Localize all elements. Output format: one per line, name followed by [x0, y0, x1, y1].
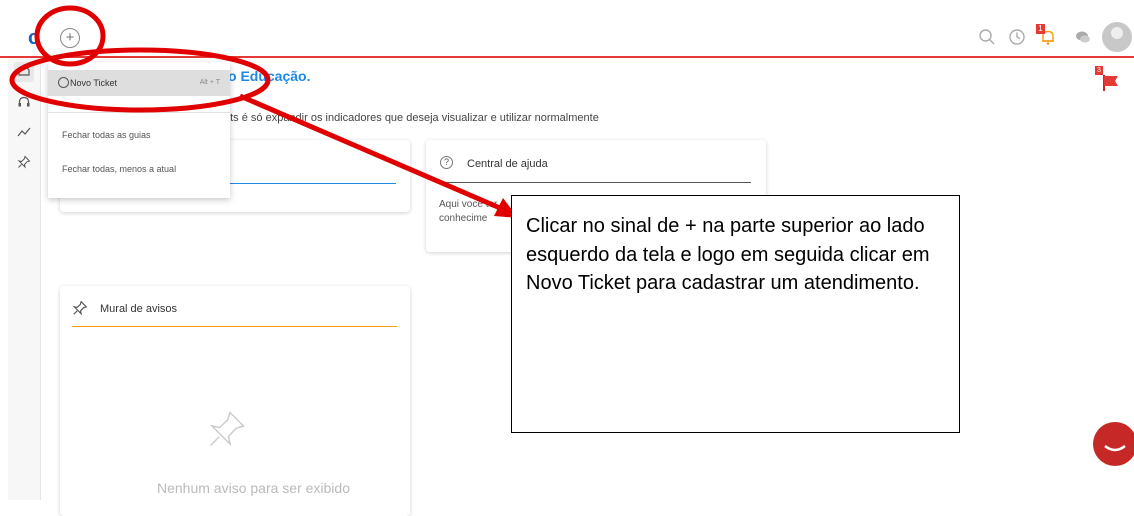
annotation-ellipse-new-ticket	[9, 47, 271, 113]
annotation-arrow-line	[239, 93, 501, 211]
instruction-callout: Clicar no sinal de + na parte superior a…	[511, 195, 960, 433]
